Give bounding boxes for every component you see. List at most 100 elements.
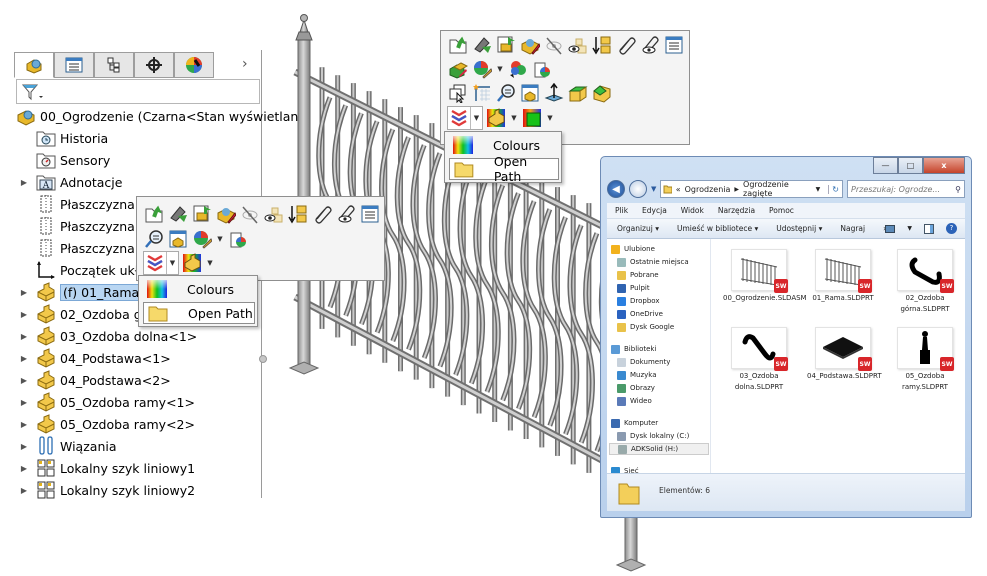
minimize-button[interactable]: — <box>873 157 898 174</box>
file-item[interactable]: SW 02_Ozdoba górna.SLDPRT <box>889 249 961 315</box>
edit-assembly-icon[interactable] <box>495 34 517 56</box>
close-button[interactable]: x <box>923 157 965 174</box>
tree-item[interactable]: ▶ 05_Ozdoba ramy<1> <box>14 392 195 412</box>
rainbow-dropdown-arrow-icon[interactable]: ▼ <box>509 107 519 129</box>
tree-item[interactable]: ▶ 04_Podstawa<1> <box>14 348 171 368</box>
tree-item[interactable]: Historia <box>14 128 108 148</box>
appearance-file-icon[interactable] <box>531 58 553 80</box>
organize-button[interactable]: Organizuj ▾ <box>617 224 659 233</box>
nav-item[interactable]: Pulpit <box>617 282 650 294</box>
tree-root-assembly[interactable]: 00_Ogrodzenie (Czarna<Stan wyświetlani <box>16 106 302 126</box>
preview-pane-icon[interactable] <box>924 223 934 234</box>
nav-item[interactable]: Dropbox <box>617 295 660 307</box>
component-properties-icon[interactable] <box>519 82 541 104</box>
appearance-dropdown-arrow-icon[interactable]: ▼ <box>215 228 225 250</box>
expand-arrow-icon[interactable]: ▶ <box>16 178 32 187</box>
tab-display-manager[interactable] <box>174 52 214 78</box>
appearance-dropdown-arrow-icon[interactable]: ▼ <box>495 58 505 80</box>
file-item[interactable]: SW 03_Ozdoba dolna.SLDPRT <box>723 327 795 393</box>
reorder-icon[interactable] <box>591 34 613 56</box>
tab-feature-manager[interactable] <box>14 52 54 78</box>
tree-item[interactable]: Płaszczyzna p <box>14 238 147 258</box>
view-mates-icon[interactable] <box>335 203 357 225</box>
nav-item[interactable]: OneDrive <box>617 308 663 320</box>
menu-narzedzia[interactable]: Narzędzia <box>718 206 755 215</box>
edit-component-icon[interactable] <box>447 58 469 80</box>
edit-assembly-icon[interactable] <box>191 203 213 225</box>
tree-item[interactable]: ▶ 04_Podstawa<2> <box>14 370 171 390</box>
open-part-icon[interactable] <box>447 34 469 56</box>
appearance-edit-icon[interactable] <box>471 58 493 80</box>
expand-arrow-icon[interactable]: ▶ <box>16 420 32 429</box>
help-icon[interactable]: ? <box>946 223 957 234</box>
appearance-file-icon[interactable] <box>227 228 249 250</box>
layers-icon[interactable] <box>144 252 166 274</box>
zoom-to-selection-icon[interactable] <box>495 82 517 104</box>
rainbow-part-icon[interactable] <box>181 252 203 274</box>
more-tabs-chevron-icon[interactable]: › <box>242 56 248 72</box>
component-properties-icon[interactable] <box>167 228 189 250</box>
nav-item[interactable]: Dysk lokalny (C:) <box>617 430 689 442</box>
rainbow-part-icon[interactable] <box>485 107 507 129</box>
nav-item[interactable]: Dysk Google <box>617 321 674 333</box>
normal-to-icon[interactable] <box>543 82 565 104</box>
change-view-icon[interactable] <box>885 224 896 233</box>
share-button[interactable]: Udostępnij ▾ <box>776 224 822 233</box>
menu-edycja[interactable]: Edycja <box>642 206 667 215</box>
breadcrumb-overflow[interactable]: « <box>676 185 681 194</box>
copy-appearance-icon[interactable] <box>507 58 529 80</box>
nav-item[interactable]: Dokumenty <box>617 356 670 368</box>
expand-arrow-icon[interactable]: ▶ <box>16 464 32 473</box>
tree-item[interactable]: ▶ Lokalny szyk liniowy2 <box>14 480 195 500</box>
expand-arrow-icon[interactable]: ▶ <box>16 486 32 495</box>
menu-item-colours[interactable]: Colours <box>143 278 255 300</box>
properties-list-icon[interactable] <box>663 34 685 56</box>
filter-funnel-icon[interactable] <box>21 83 43 101</box>
maximize-button[interactable]: □ <box>898 157 923 174</box>
tree-item[interactable]: ▶ 02_Ozdoba gó <box>14 304 149 324</box>
menu-plik[interactable]: Plik <box>615 206 628 215</box>
tab-dimxpert-manager[interactable] <box>134 52 174 78</box>
nav-item[interactable]: Komputer <box>611 417 658 429</box>
view-dropdown-icon[interactable]: ▼ <box>907 225 912 232</box>
green-square-icon[interactable] <box>521 107 543 129</box>
forward-button[interactable] <box>629 180 647 198</box>
nav-item[interactable]: Ulubione <box>611 243 655 255</box>
zoom-to-selection-icon[interactable] <box>143 228 165 250</box>
face-yellow-icon[interactable] <box>591 82 613 104</box>
address-bar[interactable]: « Ogrodzenia ▶ Ogrodzenie zagięte ▼ ↻ <box>660 180 843 198</box>
tree-item[interactable]: ▶ 05_Ozdoba ramy<2> <box>14 414 195 434</box>
panel-resize-handle[interactable] <box>259 355 267 363</box>
expand-arrow-icon[interactable]: ▶ <box>16 442 32 451</box>
face-green-icon[interactable] <box>567 82 589 104</box>
menu-item-open-path[interactable]: Open Path <box>143 302 255 324</box>
menu-item-colours[interactable]: Colours <box>449 134 559 156</box>
layers-split-button[interactable]: ▼ <box>143 251 179 275</box>
tree-item[interactable]: Początek ukła <box>14 260 146 280</box>
mates-clip-icon[interactable] <box>615 34 637 56</box>
expand-arrow-icon[interactable]: ▶ <box>16 288 32 297</box>
hide-icon[interactable] <box>543 34 565 56</box>
edit-part-icon[interactable] <box>519 34 541 56</box>
layers-split-button[interactable]: ▼ <box>447 106 483 130</box>
dropdown-arrow-icon[interactable]: ▼ <box>470 107 482 129</box>
tree-item[interactable]: ▶ Wiązania <box>14 436 117 456</box>
isolate-icon[interactable] <box>263 203 285 225</box>
include-in-library-button[interactable]: Umieść w bibliotece ▾ <box>677 224 758 233</box>
search-input[interactable]: Przeszukaj: Ogrodze... ⚲ <box>847 180 965 198</box>
open-part-icon[interactable] <box>143 203 165 225</box>
menu-item-open-path[interactable]: Open Path <box>449 154 559 184</box>
nav-item[interactable]: Biblioteki <box>611 343 656 355</box>
dropdown-arrow-icon[interactable]: ▼ <box>166 252 178 274</box>
tree-item[interactable]: ▶ Lokalny szyk liniowy1 <box>14 458 195 478</box>
tree-item[interactable]: Płaszczyzna p <box>14 194 147 214</box>
tab-configuration-manager[interactable] <box>94 52 134 78</box>
edit-part-icon[interactable] <box>215 203 237 225</box>
isolate-icon[interactable] <box>567 34 589 56</box>
tree-filter-bar[interactable] <box>16 79 260 104</box>
burn-button[interactable]: Nagraj <box>840 224 865 233</box>
breadcrumb-item[interactable]: Ogrodzenie zagięte <box>743 180 808 198</box>
rainbow-dropdown-arrow-icon[interactable]: ▼ <box>205 252 215 274</box>
select-other-icon[interactable] <box>447 82 469 104</box>
file-item[interactable]: SW 00_Ogrodzenie.SLDASM <box>723 249 807 304</box>
